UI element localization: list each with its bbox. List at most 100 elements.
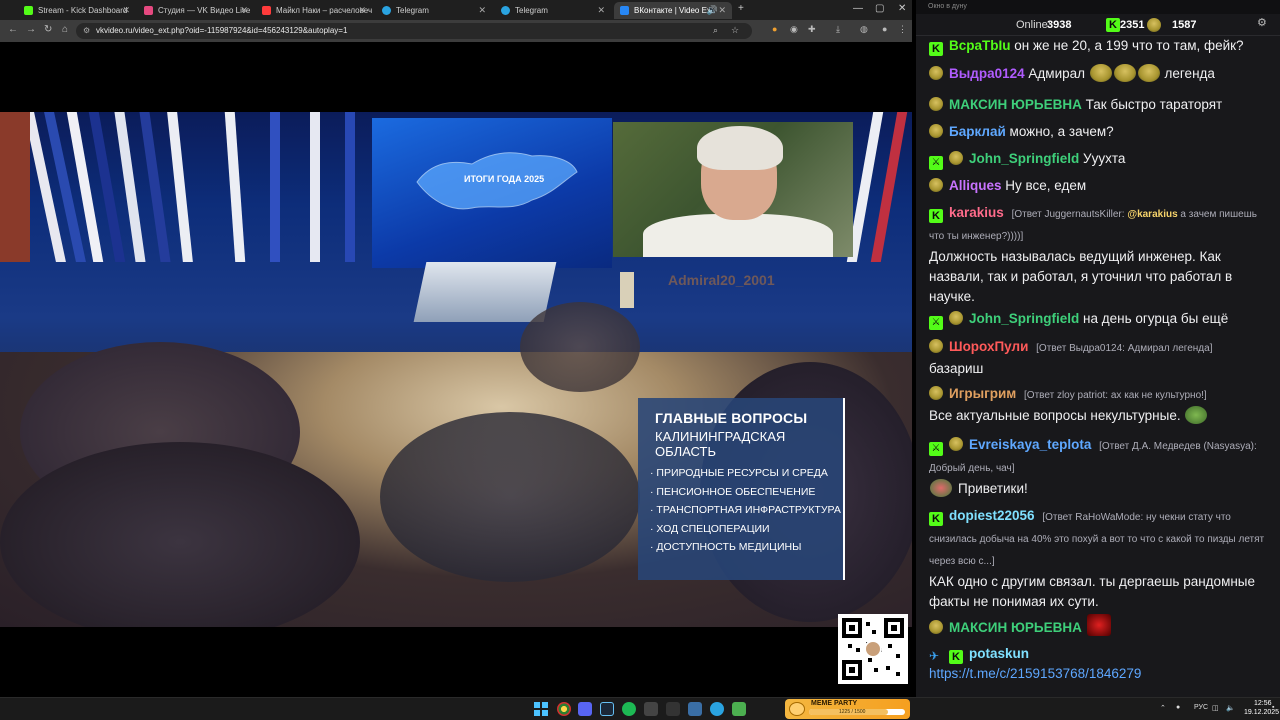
tab-label: ВКонтакте | Video Ext — [634, 6, 714, 15]
chat-username[interactable]: МАКСИН ЮРЬЕВНА — [949, 97, 1082, 112]
chat-username[interactable]: Alliques — [949, 178, 1002, 193]
kick-badge-icon: K — [929, 42, 943, 56]
close-icon[interactable]: ✕ — [718, 5, 726, 16]
chat-username[interactable]: dopiest22056 — [949, 508, 1035, 523]
pepe-emote-icon — [1137, 64, 1160, 82]
close-icon[interactable]: ✕ — [597, 5, 605, 16]
settings-gear-icon[interactable]: ⚙ — [1257, 16, 1267, 29]
chat-text: он же не 20, а 199 что то там, фейк? — [1014, 38, 1244, 53]
chevron-up-icon[interactable]: ⌃ — [1160, 704, 1166, 712]
clock-time[interactable]: 12:56 — [1254, 700, 1272, 707]
chat-username[interactable]: МАКСИН ЮРЬЕВНА — [949, 620, 1082, 635]
tab-label: Telegram — [396, 6, 429, 15]
close-icon[interactable]: ✕ — [478, 5, 486, 16]
close-icon[interactable]: ✕ — [358, 5, 366, 16]
topic-item: · ДОСТУПНОСТЬ МЕДИЦИНЫ — [650, 541, 802, 553]
volume-icon[interactable]: 🔈 — [1226, 704, 1235, 712]
vk-viewer-count: 1587 — [1172, 19, 1197, 31]
chat-message: МАКСИН ЮРЬЕВНА Так быстро тараторят — [929, 95, 1274, 115]
telegram-icon — [501, 6, 510, 15]
chat-username[interactable]: karakius — [949, 205, 1004, 220]
notification-icon[interactable]: ▪ — [1272, 704, 1274, 711]
chat-messages: K ВсраТbIu он же не 20, а 199 что то там,… — [916, 36, 1280, 697]
bookmark-star-icon[interactable]: ☆ — [731, 25, 739, 36]
chat-username[interactable]: John_Springfield — [969, 151, 1079, 166]
online-label: Online: — [1016, 19, 1051, 31]
chat-message: Игрыгрим [Ответ zloy patriot: ах как не … — [929, 384, 1274, 426]
chat-text: Приветики! — [929, 479, 1274, 499]
chat-text: Должность называлась ведущий инженер. Ка… — [929, 249, 1233, 304]
spotify-icon[interactable] — [622, 702, 636, 716]
back-icon[interactable]: ← — [8, 24, 18, 35]
extension-icon[interactable]: ◉ — [790, 24, 798, 35]
minimize-button[interactable]: — — [853, 3, 863, 14]
devil-emote-icon — [1086, 614, 1111, 636]
app-icon[interactable] — [666, 702, 680, 716]
discord-icon[interactable] — [578, 702, 592, 716]
chat-username[interactable]: Барклай — [949, 124, 1006, 139]
chat-panel: Окно в дуну Online: 3938 K 2351 1587 ⚙ K… — [916, 0, 1280, 697]
network-icon[interactable]: ◫ — [1212, 704, 1219, 712]
pepe-emote-icon — [1185, 406, 1208, 424]
puzzle-icon[interactable]: ✚ — [808, 24, 816, 35]
chat-username[interactable]: Игрыгрим — [949, 386, 1016, 401]
menu-icon[interactable]: ⋮ — [898, 24, 907, 35]
chat-text: легенда — [1164, 66, 1215, 81]
reload-icon[interactable]: ↻ — [44, 24, 52, 35]
topic-item: · ТРАНСПОРТНАЯ ИНФРАСТРУКТУРА — [650, 504, 841, 516]
app-icon[interactable] — [688, 702, 702, 716]
pepe-badge-icon — [929, 66, 943, 80]
forward-icon[interactable]: → — [26, 24, 36, 35]
chat-message: K ВсраТbIu он же не 20, а 199 что то там,… — [929, 36, 1274, 56]
pepe-badge-icon — [949, 151, 963, 165]
windows-start-icon[interactable] — [534, 702, 548, 716]
chat-username[interactable]: ВсраТbIu — [949, 38, 1011, 53]
kick-badge-icon: K — [949, 650, 963, 664]
topic-item: · ХОД СПЕЦОПЕРАЦИИ — [650, 522, 770, 535]
site-info-icon[interactable]: ⚙ — [83, 26, 90, 35]
tab-telegram-2[interactable]: Telegram ✕ — [495, 2, 611, 19]
telegram-icon[interactable] — [710, 702, 724, 716]
video-player[interactable]: ИТОГИ ГОДА 2025 Admiral20_2001 ГЛАВНЫЕ В… — [0, 42, 912, 697]
obs-icon[interactable] — [644, 702, 658, 716]
chat-username[interactable]: Выдра0124 — [949, 66, 1025, 81]
close-icon[interactable]: ✕ — [240, 5, 248, 16]
pepe-icon — [789, 702, 805, 716]
speaker-icon[interactable]: 🔊 — [707, 5, 718, 16]
chat-text: Ну все, едем — [1005, 178, 1087, 193]
chat-username[interactable]: ШорохПули — [949, 339, 1028, 354]
avatar[interactable]: ● — [882, 24, 887, 34]
chrome-icon[interactable] — [557, 702, 571, 716]
chat-link[interactable]: https://t.me/c/2159153768/1846279 — [929, 664, 1274, 684]
profile-icon[interactable]: ◍ — [860, 24, 868, 35]
tab-telegram-1[interactable]: Telegram ✕ — [376, 2, 492, 19]
topics-title: ГЛАВНЫЕ ВОПРОСЫ — [655, 410, 808, 426]
extension-icon[interactable]: ● — [772, 24, 777, 34]
chat-username[interactable]: Evreiskaya_teplota — [969, 437, 1091, 452]
chat-message: ✈ Kpotaskun https://t.me/c/2159153768/184… — [929, 644, 1274, 684]
tab-vk-studio[interactable]: Студия — VK Видео Live ✕ — [138, 2, 254, 19]
tab-kick-dashboard[interactable]: Stream - Kick Dashboard ✕ — [18, 2, 136, 19]
online-count: 3938 — [1047, 19, 1072, 31]
close-window-button[interactable]: ✕ — [898, 3, 906, 14]
home-icon[interactable]: ⌂ — [62, 24, 68, 35]
download-icon[interactable]: ⤓ — [836, 24, 840, 35]
chat-username[interactable]: John_Springfield — [969, 311, 1079, 326]
chat-username[interactable]: potaskun — [969, 646, 1029, 661]
pepe-badge-icon — [929, 178, 943, 192]
close-icon[interactable]: ✕ — [122, 5, 130, 16]
tray-app-icon[interactable]: ● — [1176, 704, 1180, 711]
pepe-badge-icon — [929, 386, 943, 400]
maximize-button[interactable]: ▢ — [875, 3, 884, 14]
tab-youtube[interactable]: Майкл Наки – расчеловечива... ✕ — [256, 2, 372, 19]
steam-icon[interactable] — [600, 702, 614, 716]
language-indicator[interactable]: РУС — [1194, 704, 1208, 711]
pepe-badge-icon — [929, 620, 943, 634]
zoom-icon[interactable]: ⌕ — [713, 25, 718, 36]
new-tab-button[interactable]: + — [738, 3, 744, 14]
stage-screen: ИТОГИ ГОДА 2025 — [372, 118, 612, 268]
app-icon[interactable] — [732, 702, 746, 716]
tab-vk-video-ext[interactable]: ВКонтакте | Video Ext 🔊 ✕ — [614, 2, 732, 19]
url-field[interactable]: ⚙ vkvideo.ru/video_ext.php?oid=-11598792… — [76, 23, 752, 39]
chat-text: Так быстро тараторят — [1085, 97, 1223, 112]
